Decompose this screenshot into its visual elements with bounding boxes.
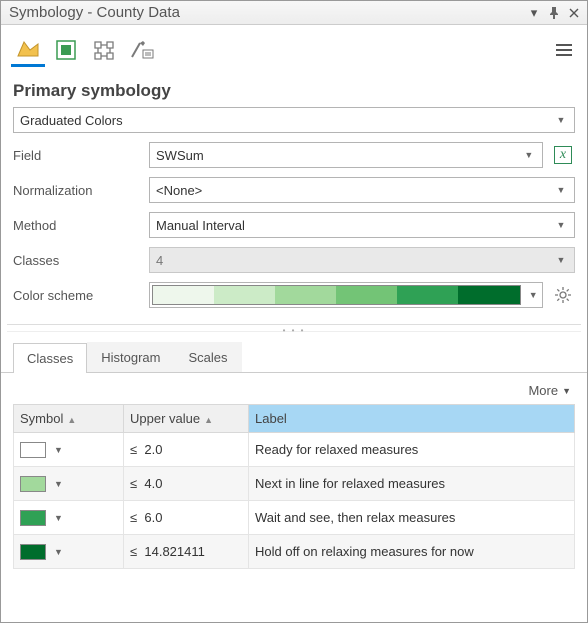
symbol-swatch [20, 476, 46, 492]
table-row[interactable]: ▼ ≤ 4.0Next in line for relaxed measures [14, 467, 575, 501]
table-row[interactable]: ▼ ≤ 2.0Ready for relaxed measures [14, 433, 575, 467]
chevron-down-icon: ▼ [527, 290, 540, 300]
titlebar: Symbology - County Data ▾ [1, 1, 587, 25]
method-label: Method [13, 218, 149, 233]
field-combo[interactable]: SWSum ▼ [149, 142, 543, 168]
chevron-down-icon: ▼ [54, 513, 63, 523]
tab-classes[interactable]: Classes [13, 343, 87, 373]
chevron-down-icon: ▼ [554, 185, 568, 195]
colorscheme-options-button[interactable] [551, 282, 575, 308]
expression-button[interactable]: x [551, 142, 575, 168]
pin-icon[interactable] [547, 6, 561, 20]
tab-vary-symbology[interactable] [49, 33, 83, 67]
normalization-label: Normalization [13, 183, 149, 198]
symbol-cell[interactable]: ▼ [20, 544, 117, 560]
chevron-down-icon: ▼ [562, 386, 571, 396]
tab-histogram[interactable]: Histogram [87, 342, 174, 372]
splitter[interactable]: • • • [7, 324, 581, 332]
primary-symbology-combo[interactable]: Graduated Colors ▼ [13, 107, 575, 133]
tab-primary-symbology[interactable] [11, 33, 45, 67]
sort-icon: ▲ [204, 415, 213, 425]
window-title: Symbology - County Data [9, 4, 521, 21]
close-icon[interactable] [567, 6, 581, 20]
label-cell[interactable]: Hold off on relaxing measures for now [249, 535, 575, 569]
symbology-toolbar [1, 25, 587, 67]
classes-table: Symbol▲ Upper value▲ Label ▼ ≤ 2.0Ready f… [13, 404, 575, 569]
col-label[interactable]: Label [249, 405, 575, 433]
more-menu[interactable]: More ▼ [528, 383, 571, 398]
tab-scales[interactable]: Scales [175, 342, 242, 372]
chevron-down-icon: ▼ [522, 150, 536, 160]
tab-advanced[interactable] [125, 33, 159, 67]
subtabs: Classes Histogram Scales [1, 332, 587, 373]
method-combo[interactable]: Manual Interval ▼ [149, 212, 575, 238]
colorscheme-combo[interactable]: ▼ [149, 282, 543, 308]
label-cell[interactable]: Ready for relaxed measures [249, 433, 575, 467]
upper-value-cell[interactable]: ≤ 2.0 [124, 433, 249, 467]
symbol-cell[interactable]: ▼ [20, 442, 117, 458]
label-cell[interactable]: Wait and see, then relax measures [249, 501, 575, 535]
classes-combo: 4 ▼ [149, 247, 575, 273]
col-upper-value[interactable]: Upper value▲ [124, 405, 249, 433]
chevron-down-icon: ▼ [554, 220, 568, 230]
symbol-swatch [20, 510, 46, 526]
color-ramp [152, 285, 521, 305]
symbol-swatch [20, 544, 46, 560]
chevron-down-icon: ▼ [554, 255, 568, 265]
label-cell[interactable]: Next in line for relaxed measures [249, 467, 575, 501]
table-row[interactable]: ▼ ≤ 14.821411Hold off on relaxing measure… [14, 535, 575, 569]
chevron-down-icon: ▼ [54, 547, 63, 557]
chevron-down-icon: ▼ [554, 115, 568, 125]
table-row[interactable]: ▼ ≤ 6.0Wait and see, then relax measures [14, 501, 575, 535]
field-label: Field [13, 148, 149, 163]
symbol-cell[interactable]: ▼ [20, 510, 117, 526]
sort-icon: ▲ [67, 415, 76, 425]
chevron-down-icon: ▼ [54, 479, 63, 489]
upper-value-cell[interactable]: ≤ 6.0 [124, 501, 249, 535]
symbol-cell[interactable]: ▼ [20, 476, 117, 492]
menu-button[interactable] [551, 37, 577, 63]
normalization-combo[interactable]: <None> ▼ [149, 177, 575, 203]
symbol-swatch [20, 442, 46, 458]
upper-value-cell[interactable]: ≤ 4.0 [124, 467, 249, 501]
section-heading: Primary symbology [13, 81, 575, 101]
col-symbol[interactable]: Symbol▲ [14, 405, 124, 433]
chevron-down-icon: ▼ [54, 445, 63, 455]
tab-symbol-layer-drawing[interactable] [87, 33, 121, 67]
classes-label: Classes [13, 253, 149, 268]
gear-icon [554, 286, 572, 304]
upper-value-cell[interactable]: ≤ 14.821411 [124, 535, 249, 569]
colorscheme-label: Color scheme [13, 288, 149, 303]
dropdown-icon[interactable]: ▾ [527, 6, 541, 20]
